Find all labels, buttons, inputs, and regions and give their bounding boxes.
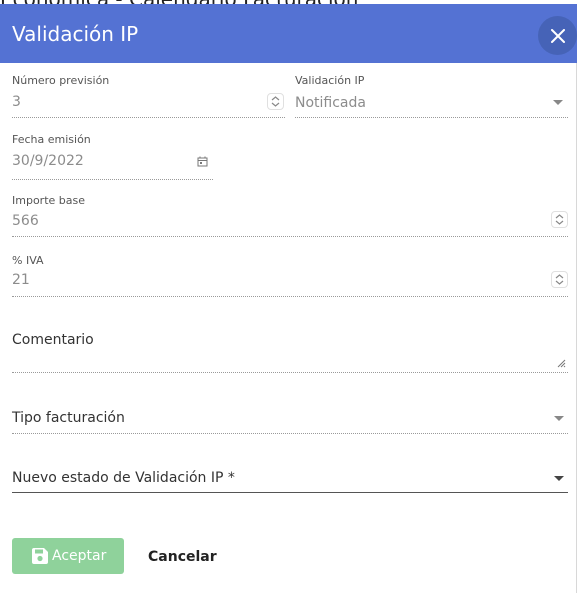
iva-label: % IVA: [12, 254, 44, 267]
iva-field: % IVA 21: [12, 254, 568, 300]
stepper-arrows-icon: [555, 274, 564, 285]
accept-button[interactable]: Aceptar: [12, 538, 124, 574]
nuevo-estado-label: Nuevo estado de Validación IP *: [12, 470, 235, 486]
validacion-ip-field: Validación IP Notificada: [295, 74, 568, 120]
comentario-field[interactable]: Comentario: [12, 330, 568, 375]
close-button[interactable]: [538, 16, 577, 55]
dialog-header: Validación IP: [0, 4, 577, 63]
fecha-emision-label: Fecha emisión: [12, 133, 91, 146]
numero-prevision-label: Número previsión: [12, 74, 110, 87]
numero-prevision-stepper[interactable]: [267, 93, 284, 110]
importe-base-underline: [12, 236, 568, 237]
accept-button-label: Aceptar: [52, 548, 107, 564]
nuevo-estado-underline: [12, 492, 568, 493]
validacion-ip-label: Validación IP: [295, 74, 365, 87]
cancel-button[interactable]: Cancelar: [148, 548, 217, 566]
fecha-emision-underline: [12, 179, 213, 180]
numero-prevision-field: Número previsión 3: [12, 74, 285, 120]
iva-stepper[interactable]: [551, 271, 568, 288]
stepper-arrows-icon: [555, 214, 564, 225]
tipo-facturacion-field[interactable]: Tipo facturación: [12, 408, 568, 438]
tipo-facturacion-chevron-down-icon: [554, 416, 564, 421]
numero-prevision-underline: [12, 117, 285, 118]
save-icon: [32, 548, 48, 564]
iva-underline: [12, 296, 568, 297]
validation-dialog: Validación IP Número previsión 3 Validac…: [0, 4, 577, 593]
fecha-emision-input[interactable]: 30/9/2022: [12, 151, 84, 171]
comentario-underline: [12, 372, 568, 373]
resize-handle-icon[interactable]: [557, 359, 566, 368]
importe-base-stepper[interactable]: [551, 211, 568, 228]
validacion-ip-chevron-down-icon: [553, 100, 563, 105]
validacion-ip-underline: [295, 117, 568, 118]
importe-base-label: Importe base: [12, 194, 85, 207]
fecha-emision-field: Fecha emisión 30/9/2022: [12, 133, 213, 181]
numero-prevision-input[interactable]: 3: [12, 92, 21, 112]
nuevo-estado-chevron-down-icon: [554, 476, 564, 481]
tipo-facturacion-underline: [12, 433, 568, 434]
calendar-icon[interactable]: [197, 156, 208, 167]
stepper-arrows-icon: [271, 96, 280, 107]
comentario-label: Comentario: [12, 332, 94, 348]
importe-base-field: Importe base 566: [12, 194, 568, 240]
iva-input[interactable]: 21: [12, 270, 30, 290]
nuevo-estado-field[interactable]: Nuevo estado de Validación IP *: [12, 468, 568, 498]
importe-base-input[interactable]: 566: [12, 211, 39, 231]
tipo-facturacion-label: Tipo facturación: [12, 410, 125, 426]
close-icon: [550, 28, 565, 43]
dialog-title: Validación IP: [12, 22, 139, 46]
validacion-ip-select[interactable]: Notificada: [295, 93, 366, 113]
